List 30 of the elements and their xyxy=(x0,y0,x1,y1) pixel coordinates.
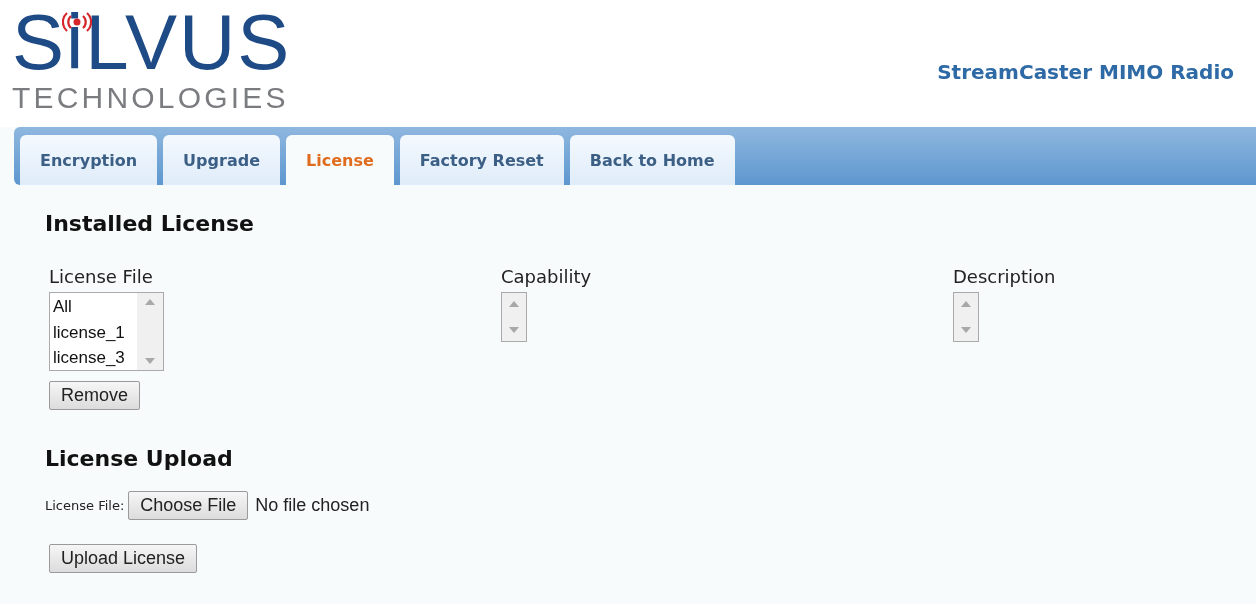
product-title: StreamCaster MIMO Radio xyxy=(937,60,1234,84)
file-status: No file chosen xyxy=(255,495,370,516)
scroll-down-icon[interactable] xyxy=(961,327,971,333)
list-option[interactable]: license_3 xyxy=(53,345,134,371)
logo-subtitle: TECHNOLOGIES xyxy=(12,82,290,114)
column-label: Description xyxy=(953,266,1057,287)
column-label: Capability xyxy=(501,266,593,287)
section-heading: License Upload xyxy=(45,446,234,471)
list-box[interactable] xyxy=(501,292,527,342)
scroll-up-icon[interactable] xyxy=(509,301,519,307)
column-label: License File xyxy=(49,266,154,287)
list-option[interactable]: All xyxy=(53,294,134,320)
section-heading: Installed License xyxy=(45,211,255,236)
scroll-up-icon[interactable] xyxy=(961,301,971,307)
field-label: License File: xyxy=(45,498,125,513)
upload-button[interactable]: Upload License xyxy=(49,544,198,573)
list-box[interactable]: All license_1 license_3 xyxy=(49,292,164,371)
tab[interactable]: Upgrade xyxy=(163,135,280,185)
scroll-down-icon[interactable] xyxy=(145,358,155,364)
choose-file-button[interactable]: Choose File xyxy=(128,491,249,520)
tab[interactable]: Encryption xyxy=(20,135,158,185)
remove-button[interactable]: Remove xyxy=(49,381,141,410)
logo-wordmark: SiLVUS xyxy=(12,2,292,82)
list-box[interactable] xyxy=(953,292,979,342)
list-option[interactable]: license_1 xyxy=(53,319,134,345)
tab[interactable]: Factory Reset xyxy=(399,135,564,185)
scroll-down-icon[interactable] xyxy=(509,327,519,333)
radio-signal-icon xyxy=(62,12,92,32)
tab[interactable]: Back to Home xyxy=(569,135,735,185)
scroll-up-icon[interactable] xyxy=(145,299,155,305)
